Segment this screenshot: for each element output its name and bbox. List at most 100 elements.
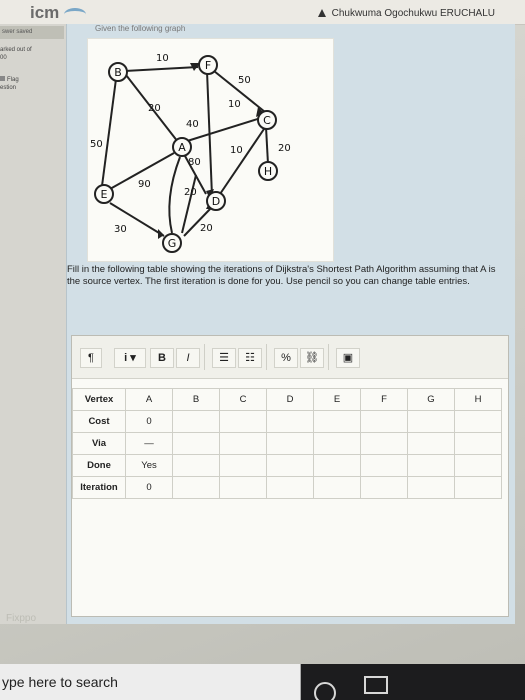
- link-button[interactable]: %: [274, 348, 298, 368]
- table-cell[interactable]: 0: [125, 410, 173, 433]
- table-row: Via —: [72, 432, 502, 455]
- table-row: Iteration 0: [72, 476, 502, 499]
- answer-saved-label: swer saved: [0, 26, 64, 39]
- table-cell[interactable]: [360, 476, 408, 499]
- table-cell[interactable]: Yes: [125, 454, 173, 477]
- node-e-label: E: [101, 188, 108, 201]
- vertex-header-cell: H: [454, 388, 502, 411]
- table-cell[interactable]: [454, 432, 502, 455]
- question-prompt: Fill in the following table showing the …: [67, 264, 496, 287]
- vertex-header-cell: E: [313, 388, 361, 411]
- question-panel: Given the following graph B F A C H E D …: [66, 24, 515, 624]
- table-cell[interactable]: [360, 432, 408, 455]
- flag-label: Flag: [7, 77, 19, 83]
- node-g-label: G: [168, 237, 177, 250]
- table-cell[interactable]: [172, 410, 220, 433]
- table-cell[interactable]: [454, 410, 502, 433]
- table-row: Cost 0: [72, 410, 502, 433]
- table-cell[interactable]: [266, 432, 314, 455]
- table-cell[interactable]: [313, 410, 361, 433]
- cortana-icon[interactable]: [314, 682, 336, 700]
- graph-diagram: B F A C H E D G 10 50 20 40 10 20 50 10 …: [90, 53, 291, 253]
- table-cell[interactable]: [313, 454, 361, 477]
- vertex-header-cell: B: [172, 388, 220, 411]
- edge-label-ab: 20: [148, 103, 161, 114]
- flag-question[interactable]: Flag estion: [0, 76, 19, 92]
- edge-b-e: [101, 78, 117, 187]
- unlink-button[interactable]: ⛓: [300, 348, 324, 368]
- table-cell[interactable]: [266, 454, 314, 477]
- table-cell[interactable]: [172, 476, 220, 499]
- table-cell[interactable]: [407, 432, 455, 455]
- edge-c-h: [265, 126, 269, 165]
- insert-image-button[interactable]: ▣: [336, 348, 360, 368]
- table-cell[interactable]: [219, 410, 267, 433]
- table-cell[interactable]: [454, 454, 502, 477]
- row-label: Iteration: [72, 476, 126, 499]
- table-cell[interactable]: [266, 476, 314, 499]
- edge-label-ac: 10: [228, 99, 241, 110]
- edge-label-cd: 10: [230, 145, 243, 156]
- node-h-label: H: [264, 165, 272, 178]
- edge-label-fc: 50: [238, 75, 251, 86]
- toolbar-divider: [204, 344, 205, 370]
- table-cell[interactable]: [407, 476, 455, 499]
- node-a-label: A: [178, 141, 186, 154]
- table-row: Vertex A B C D E F G H: [72, 388, 502, 411]
- edge-b-f: [123, 66, 199, 72]
- user-icon: [317, 9, 326, 17]
- info-dropdown-button[interactable]: i ▾: [114, 348, 146, 368]
- node-f-label: F: [205, 59, 211, 72]
- table-cell[interactable]: [407, 454, 455, 477]
- edge-label-eg: 30: [114, 224, 127, 235]
- table-cell[interactable]: [172, 432, 220, 455]
- task-view-icon[interactable]: [364, 676, 388, 694]
- table-cell[interactable]: [360, 410, 408, 433]
- table-cell[interactable]: [172, 454, 220, 477]
- table-cell[interactable]: [219, 454, 267, 477]
- marked-out-of: arked out of 00: [0, 46, 32, 62]
- answer-editor[interactable]: ¶ i ▾ B I ☰ ☷ % ⛓ ▣ Vertex A B C D E F G H Cost 0 V…: [71, 335, 509, 617]
- table-cell[interactable]: 0: [125, 476, 173, 499]
- vertex-header-cell: D: [266, 388, 314, 411]
- paragraph-button[interactable]: ¶: [80, 348, 102, 368]
- table-cell[interactable]: [266, 410, 314, 433]
- table-cell[interactable]: [454, 476, 502, 499]
- node-d-label: D: [212, 195, 220, 208]
- dijkstra-table: Vertex A B C D E F G H Cost 0 Via — Done Yes Iteration 0: [72, 388, 502, 499]
- row-label: Vertex: [72, 388, 126, 411]
- brand-wave-icon: [64, 8, 86, 21]
- table-cell[interactable]: [360, 454, 408, 477]
- edge-label-gd: 20: [200, 223, 213, 234]
- search-placeholder: ype here to search: [2, 674, 118, 690]
- node-c-label: C: [263, 114, 271, 127]
- edge-label-bf: 10: [156, 53, 169, 64]
- top-bar: icm Chukwuma Ogochukwu ERUCHALU: [0, 0, 525, 25]
- toolbar-divider: [266, 344, 267, 370]
- screen: icm Chukwuma Ogochukwu ERUCHALU swer sav…: [0, 0, 525, 700]
- row-label: Via: [72, 432, 126, 455]
- table-cell[interactable]: [219, 432, 267, 455]
- node-b-label: B: [114, 66, 122, 79]
- table-cell[interactable]: —: [125, 432, 173, 455]
- table-cell[interactable]: [407, 410, 455, 433]
- table-cell[interactable]: [219, 476, 267, 499]
- table-cell[interactable]: [313, 432, 361, 455]
- edge-g-a: [181, 174, 197, 234]
- brand-logo[interactable]: icm: [30, 3, 59, 23]
- bulleted-list-button[interactable]: ☰: [212, 348, 236, 368]
- italic-button[interactable]: I: [176, 348, 200, 368]
- taskbar: ype here to search: [0, 664, 525, 700]
- bold-button[interactable]: B: [150, 348, 174, 368]
- user-menu[interactable]: Chukwuma Ogochukwu ERUCHALU: [317, 8, 495, 19]
- row-label: Done: [72, 454, 126, 477]
- edge-a-g: [168, 156, 181, 234]
- vertex-header-cell: G: [407, 388, 455, 411]
- table-cell[interactable]: [313, 476, 361, 499]
- flag-icon: [0, 76, 5, 81]
- flag-question-label: estion: [0, 85, 17, 91]
- taskbar-search[interactable]: ype here to search: [0, 664, 301, 700]
- toolbar-divider: [328, 344, 329, 370]
- question-info-panel: swer saved arked out of 00 Flag estion: [0, 24, 66, 624]
- numbered-list-button[interactable]: ☷: [238, 348, 262, 368]
